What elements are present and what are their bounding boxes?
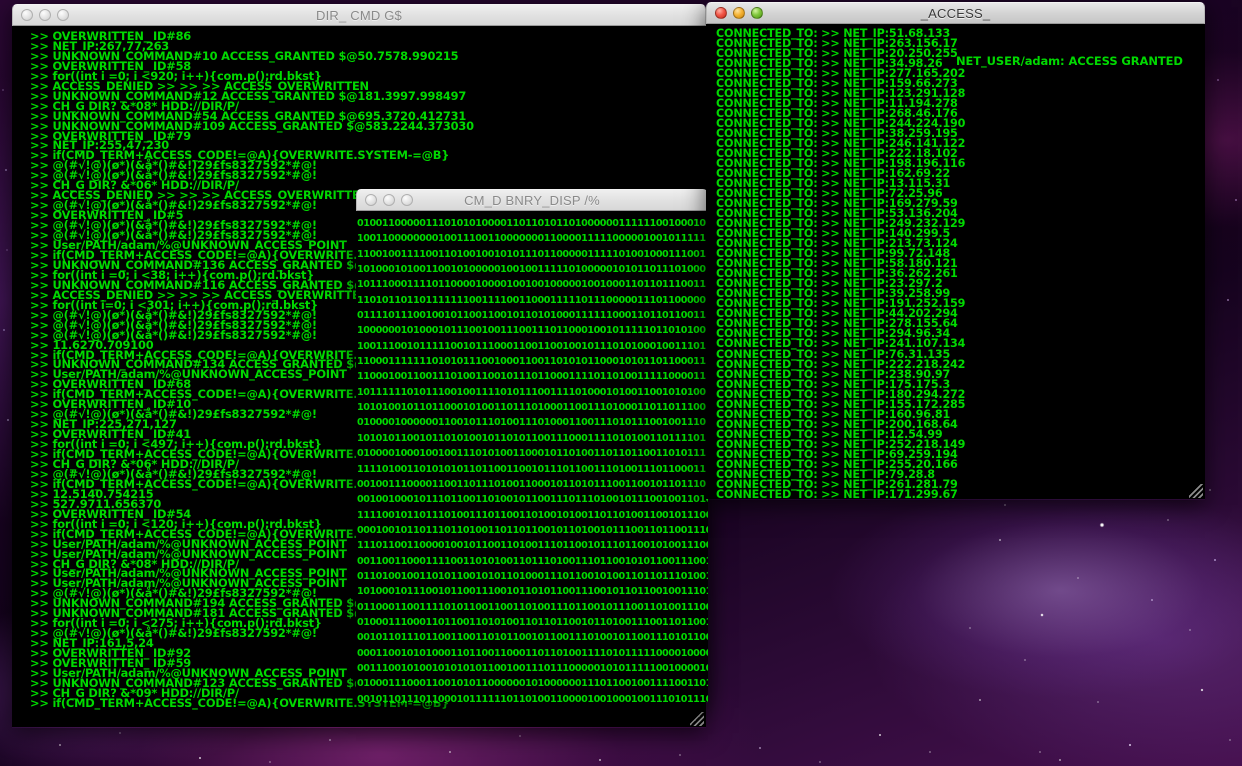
binary-line: 1110110011000010010110011010011101100101… (357, 540, 708, 552)
titlebar-bnry-disp[interactable]: CM_D BNRY_DISP /% (356, 189, 708, 211)
binary-line: 0010110111011000101111110110100110000100… (357, 693, 708, 702)
access-granted-banner: NET_USER/adam: ACCESS GRANTED (956, 54, 1183, 68)
binary-line: 0110100100110101100101011010001110110010… (357, 570, 708, 582)
window-controls-bnry-disp[interactable] (357, 194, 413, 206)
window-title-dir-cmd: DIR_ CMD G$ (316, 7, 402, 23)
binary-output-bnry-disp: 0100110000011101010100001101101011010000… (356, 211, 708, 702)
binary-line: 0100011100011011001101010011011011001011… (357, 616, 708, 628)
binary-line: 0011100101001010101011001001110111000001… (357, 662, 708, 674)
zoom-icon[interactable] (57, 9, 69, 21)
zoom-icon[interactable] (401, 194, 413, 206)
binary-line: 0010010001011101100110100101100111011101… (357, 494, 708, 506)
zoom-icon[interactable] (751, 7, 763, 19)
binary-line: 1010101100101101010010110101100111000111… (357, 432, 708, 444)
close-icon[interactable] (21, 9, 33, 21)
binary-line: 0100011100011001010110000001010000001110… (357, 678, 708, 690)
titlebar-access[interactable]: _ACCESS_ (706, 2, 1205, 24)
binary-line: 0110001100111101011001100110100111011001… (357, 601, 708, 613)
window-access[interactable]: _ACCESS_ NET_USER/adam: ACCESS GRANTED C… (706, 2, 1205, 500)
binary-line: 1011100011110110000100001001001000001001… (357, 279, 708, 291)
binary-line: 0111101110010010110011001011010100011111… (357, 310, 708, 322)
binary-line: 0011001100011110011010100110111010011101… (357, 555, 708, 567)
binary-line: 1000000101000101110010011100111011000100… (357, 325, 708, 337)
close-icon[interactable] (365, 194, 377, 206)
binary-line: 1100010011001110100110010111011000111101… (357, 371, 708, 383)
binary-line: 0010110111011001100110101100101100111010… (357, 632, 708, 644)
window-bnry-disp[interactable]: CM_D BNRY_DISP /% 0100110000011101010100… (356, 189, 708, 703)
binary-line: 0100110000011101010100001101101011010000… (357, 218, 708, 229)
resize-grip-dir-cmd[interactable] (690, 712, 704, 726)
binary-line: 0100001000000110010111010011101000110011… (357, 417, 708, 429)
resize-grip-access[interactable] (1189, 484, 1203, 498)
close-icon[interactable] (715, 7, 727, 19)
minimize-icon[interactable] (39, 9, 51, 21)
binary-line: 0001001011011101101001101101100101101001… (357, 524, 708, 536)
binary-line: 1010100101101100010100110111010001100111… (357, 402, 708, 414)
terminal-output-access: NET_USER/adam: ACCESS GRANTED CONNECTED_… (706, 24, 1205, 499)
window-title-access: _ACCESS_ (920, 5, 991, 21)
binary-line: 1111010011010101011011001100101110110011… (357, 463, 708, 475)
window-controls-dir-cmd[interactable] (13, 9, 69, 21)
binary-line: 1011111101011100100111101011100111101000… (357, 386, 708, 398)
binary-line: 1100011111110101011100100011001101010110… (357, 356, 708, 368)
desktop: DIR_ CMD G$ >> OVERWRITTEN_ ID#86 >> NET_… (0, 0, 1242, 766)
binary-line: 1100100111100110100100101011101100000111… (357, 248, 708, 260)
connection-line: CONNECTED_TO: >> NET_IP:171.299.67 (716, 487, 958, 499)
window-controls-access[interactable] (707, 7, 763, 19)
binary-line: 0100001000100100111010100110001011010011… (357, 448, 708, 460)
binary-line: 1001100000000100111001100000001100001111… (357, 233, 708, 245)
binary-line: 1111001011011101001110110011010010100110… (357, 509, 708, 521)
binary-line: 1010001011100101100111001011010110011100… (357, 586, 708, 598)
binary-line: 1010001010011001010000010010011111010000… (357, 264, 708, 276)
minimize-icon[interactable] (383, 194, 395, 206)
binary-line: 0001100101010001101100110001101101001111… (357, 647, 708, 659)
binary-line: 1001110010111110010111000110011001001011… (357, 340, 708, 352)
titlebar-dir-cmd[interactable]: DIR_ CMD G$ (12, 4, 706, 26)
binary-line: 0010011100001100110111010011000101101011… (357, 478, 708, 490)
binary-line: 1101011011011111110011110011000111110111… (357, 294, 708, 306)
minimize-icon[interactable] (733, 7, 745, 19)
